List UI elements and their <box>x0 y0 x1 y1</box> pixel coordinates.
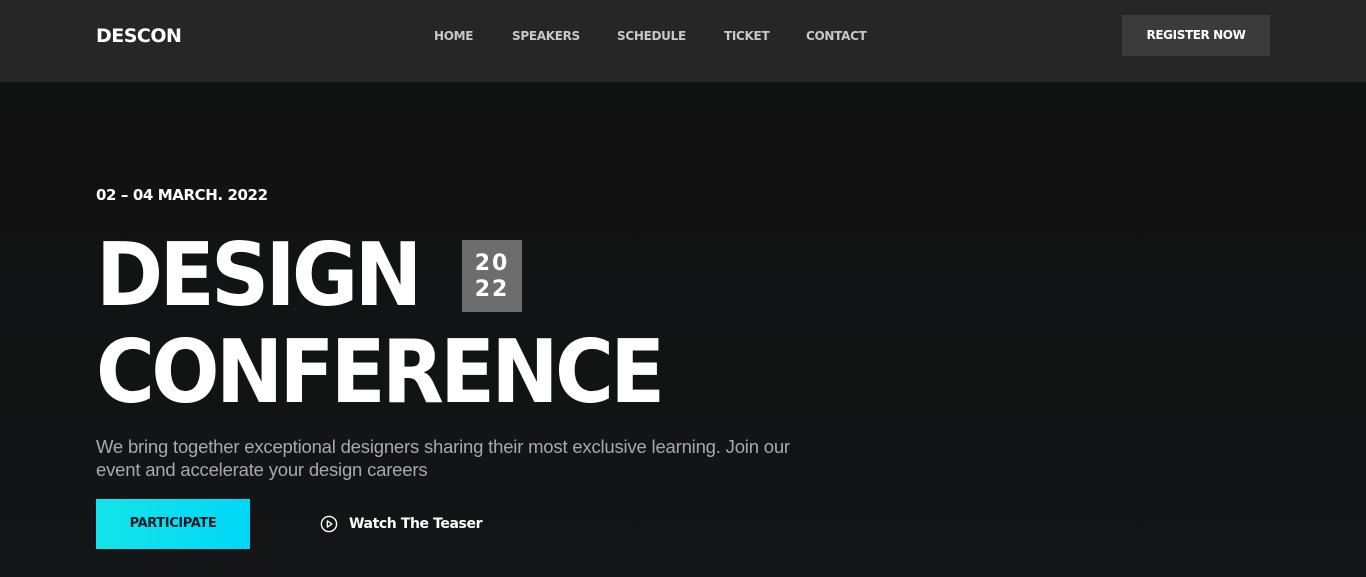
event-date: 02 – 04 MARCH. 2022 <box>96 186 268 204</box>
nav-item-contact[interactable]: CONTACT <box>806 28 867 44</box>
hero-title-line-2: CONFERENCE <box>96 321 665 423</box>
landing-page: DESCON HOME SPEAKERS SCHEDULE TICKET CON… <box>0 0 1366 577</box>
participate-button[interactable]: PARTICIPATE <box>96 499 250 549</box>
watch-teaser-label: Watch The Teaser <box>349 516 483 532</box>
nav-item-home[interactable]: HOME <box>434 28 473 44</box>
nav-item-speakers[interactable]: SPEAKERS <box>512 28 580 44</box>
year-badge: 20 22 <box>462 240 522 312</box>
hero-title-line-1: DESIGN <box>96 224 422 326</box>
hero-description: We bring together exceptional designers … <box>96 436 790 480</box>
register-now-button[interactable]: REGISTER NOW <box>1122 15 1270 56</box>
year-badge-top-digits: 20 <box>474 251 510 276</box>
year-badge-bottom-digits: 22 <box>474 277 510 302</box>
top-navigation-bar: DESCON HOME SPEAKERS SCHEDULE TICKET CON… <box>0 0 1366 82</box>
nav-item-schedule[interactable]: SCHEDULE <box>617 28 686 44</box>
nav-item-ticket[interactable]: TICKET <box>724 28 770 44</box>
play-circle-icon <box>320 515 338 533</box>
